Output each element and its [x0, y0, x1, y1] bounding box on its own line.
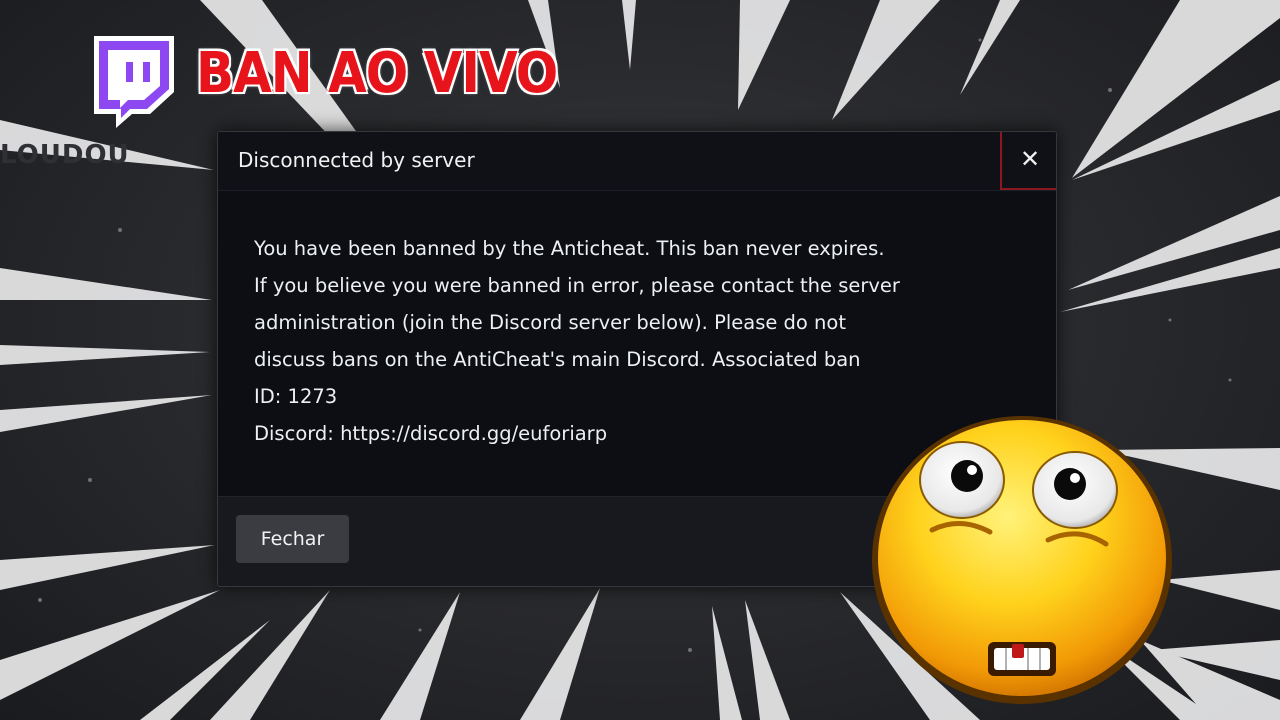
close-button[interactable]: ✕ [1000, 132, 1056, 190]
message-line: You have been banned by the Anticheat. T… [254, 237, 885, 260]
message-line: discuss bans on the AntiCheat's main Dis… [254, 348, 861, 371]
background-blurred-text: LOUDOU [0, 140, 130, 170]
dialog-header: Disconnected by server ✕ [218, 132, 1056, 191]
close-icon: ✕ [1020, 145, 1041, 173]
twitch-icon [94, 36, 174, 128]
ban-id-line: ID: 1273 [254, 385, 338, 408]
message-line: If you believe you were banned in error,… [254, 274, 900, 297]
dialog-title: Disconnected by server [238, 148, 475, 172]
thumbnail-title: BAN AO VIVO [196, 40, 558, 106]
nervous-emoji-icon [872, 416, 1172, 704]
thumbnail-canvas: LOUDOU BAN AO VIVO Disconnected by serve… [0, 0, 1280, 720]
fechar-button[interactable]: Fechar [236, 515, 349, 563]
message-line: administration (join the Discord server … [254, 311, 846, 334]
